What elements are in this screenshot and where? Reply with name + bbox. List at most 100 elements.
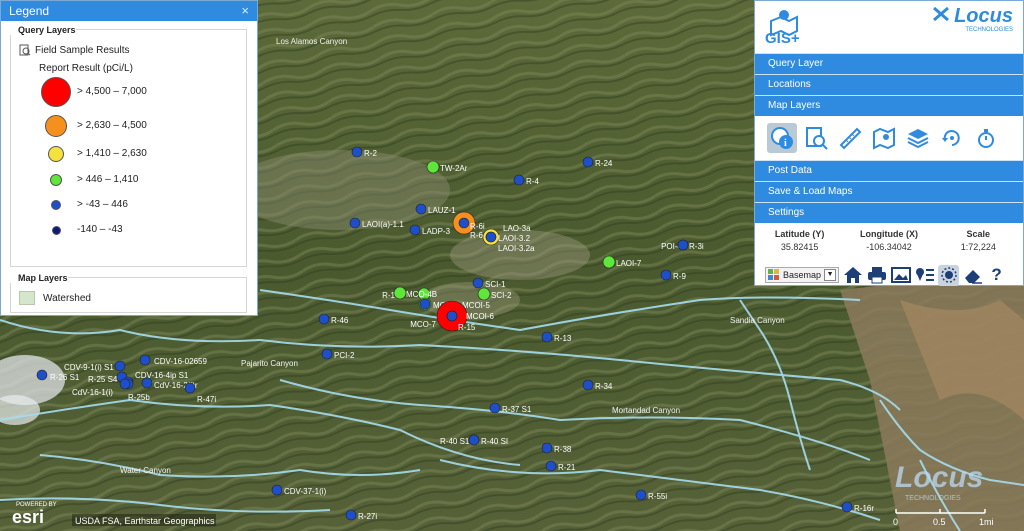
sample-marker[interactable]	[119, 378, 131, 390]
attribution-text: USDA FSA, Earthstar Geographics	[75, 516, 215, 526]
marker-label: R-15	[458, 323, 476, 332]
sample-marker[interactable]	[660, 269, 672, 281]
scale-label-half: 0.5	[933, 517, 946, 527]
marker-label: LAOI-3.2	[498, 234, 531, 243]
identify-icon[interactable]: i	[767, 123, 797, 153]
menu-map-layers[interactable]: Map Layers	[755, 95, 1023, 116]
locus-logo-sub: TECHNOLOGIES	[965, 27, 1013, 33]
sample-marker[interactable]	[446, 310, 458, 322]
marker-label: R-25b	[128, 393, 150, 402]
locus-logo-mark	[933, 7, 949, 21]
marker-label: R-1	[382, 291, 395, 300]
measure-icon[interactable]	[835, 123, 865, 153]
sample-marker[interactable]	[409, 224, 421, 236]
sample-marker[interactable]	[477, 287, 491, 301]
sample-marker[interactable]	[36, 369, 48, 381]
sample-marker[interactable]	[271, 484, 283, 496]
place-label: Mortandad Canyon	[612, 406, 680, 415]
print-icon[interactable]	[866, 265, 887, 286]
search-list-icon[interactable]	[801, 123, 831, 153]
sample-marker[interactable]	[513, 174, 525, 186]
image-export-icon[interactable]	[890, 265, 911, 286]
sample-marker[interactable]	[841, 501, 853, 513]
marker-list-icon[interactable]	[914, 265, 935, 286]
menu-locations[interactable]: Locations	[755, 74, 1023, 95]
legend-item: > 2,630 – 4,500	[11, 115, 231, 137]
basemap-select[interactable]: Basemap ▼	[765, 267, 840, 283]
sample-marker[interactable]	[472, 277, 484, 289]
marker-label: R-46	[331, 316, 349, 325]
layers-icon[interactable]	[903, 123, 933, 153]
map-layers-icon[interactable]	[869, 123, 899, 153]
timer-icon[interactable]	[971, 123, 1001, 153]
marker-label: R-40 S1	[440, 437, 470, 446]
sample-marker[interactable]	[541, 442, 553, 454]
sample-marker[interactable]	[602, 255, 616, 269]
marker-label: CDV-37-1(i)	[284, 487, 327, 496]
latitude-label: Latitude (Y)	[774, 229, 825, 239]
sample-marker[interactable]	[349, 217, 361, 229]
marker-label: MCO-4B	[406, 290, 437, 299]
query-layers-group: Query Layers Field Sample Results Report…	[10, 25, 247, 267]
legend-label: > 4,500 – 7,000	[77, 86, 147, 97]
refresh-icon[interactable]	[937, 123, 967, 153]
basemap-label: Basemap	[783, 270, 822, 280]
sample-marker[interactable]	[141, 377, 153, 389]
latitude-value: 35.82415	[780, 242, 819, 252]
sample-marker[interactable]	[415, 203, 427, 215]
sample-marker[interactable]	[489, 402, 501, 414]
sample-marker[interactable]	[114, 360, 126, 372]
help-icon[interactable]: ?	[986, 265, 1007, 286]
marker-label: R-21	[558, 463, 576, 472]
marker-label: R-13	[554, 334, 572, 343]
legend-label: > -43 – 446	[77, 199, 128, 210]
sample-marker[interactable]	[468, 434, 480, 446]
locus-logo: Locus	[954, 5, 1013, 27]
sample-marker[interactable]	[351, 146, 363, 158]
eraser-icon[interactable]	[962, 265, 983, 286]
marker-label: R-24	[595, 159, 613, 168]
sample-marker[interactable]	[635, 489, 647, 501]
sample-marker[interactable]	[184, 382, 196, 394]
basemap-grid-icon	[768, 269, 779, 280]
marker-label: SCI-2	[491, 291, 512, 300]
close-icon[interactable]: ×	[241, 1, 249, 21]
sample-marker[interactable]	[582, 379, 594, 391]
sample-marker[interactable]	[139, 354, 151, 366]
select-area-icon[interactable]	[938, 264, 960, 286]
scale-label: Scale	[966, 229, 991, 239]
menu-query-layer[interactable]: Query Layer	[755, 53, 1023, 74]
sample-marker[interactable]	[345, 509, 357, 521]
legend-panel: Legend × Query Layers Field Sample Resul…	[0, 0, 258, 316]
sample-marker[interactable]	[318, 313, 330, 325]
sample-marker[interactable]	[426, 160, 440, 174]
longitude-label: Longitude (X)	[859, 229, 918, 239]
town-area	[230, 150, 450, 230]
menu-settings[interactable]: Settings	[755, 202, 1023, 223]
menu-post-data[interactable]: Post Data	[755, 160, 1023, 181]
sample-marker[interactable]	[677, 239, 689, 251]
sample-marker[interactable]	[541, 331, 553, 343]
home-icon[interactable]	[842, 265, 863, 286]
sample-marker[interactable]	[545, 460, 557, 472]
sample-marker[interactable]	[485, 231, 497, 243]
legend-label: > 1,410 – 2,630	[77, 148, 147, 159]
chevron-down-icon[interactable]: ▼	[824, 269, 837, 281]
legend-swatch	[51, 200, 61, 210]
marker-label: MCOI-6	[466, 312, 495, 321]
legend-swatch	[41, 77, 71, 107]
scale-label-mile: 1mi	[979, 517, 994, 527]
legend-swatch	[48, 146, 64, 162]
sample-marker[interactable]	[582, 156, 594, 168]
sample-marker[interactable]	[419, 298, 431, 310]
gis-app-name: GIS+	[765, 30, 800, 47]
sample-marker[interactable]	[458, 217, 470, 229]
sample-marker[interactable]	[393, 286, 407, 300]
marker-label: LAOI(a)-1.1	[362, 220, 404, 229]
legend-item: -140 – -43	[11, 220, 231, 240]
sample-marker[interactable]	[321, 348, 333, 360]
coordinate-readout: Latitude (Y) 35.82415 Longitude (X) -106.3…	[755, 223, 1023, 263]
menu-save-load-maps[interactable]: Save & Load Maps	[755, 181, 1023, 202]
legend-label: > 2,630 – 4,500	[77, 120, 147, 131]
marker-label: LAOI-7	[616, 259, 642, 268]
